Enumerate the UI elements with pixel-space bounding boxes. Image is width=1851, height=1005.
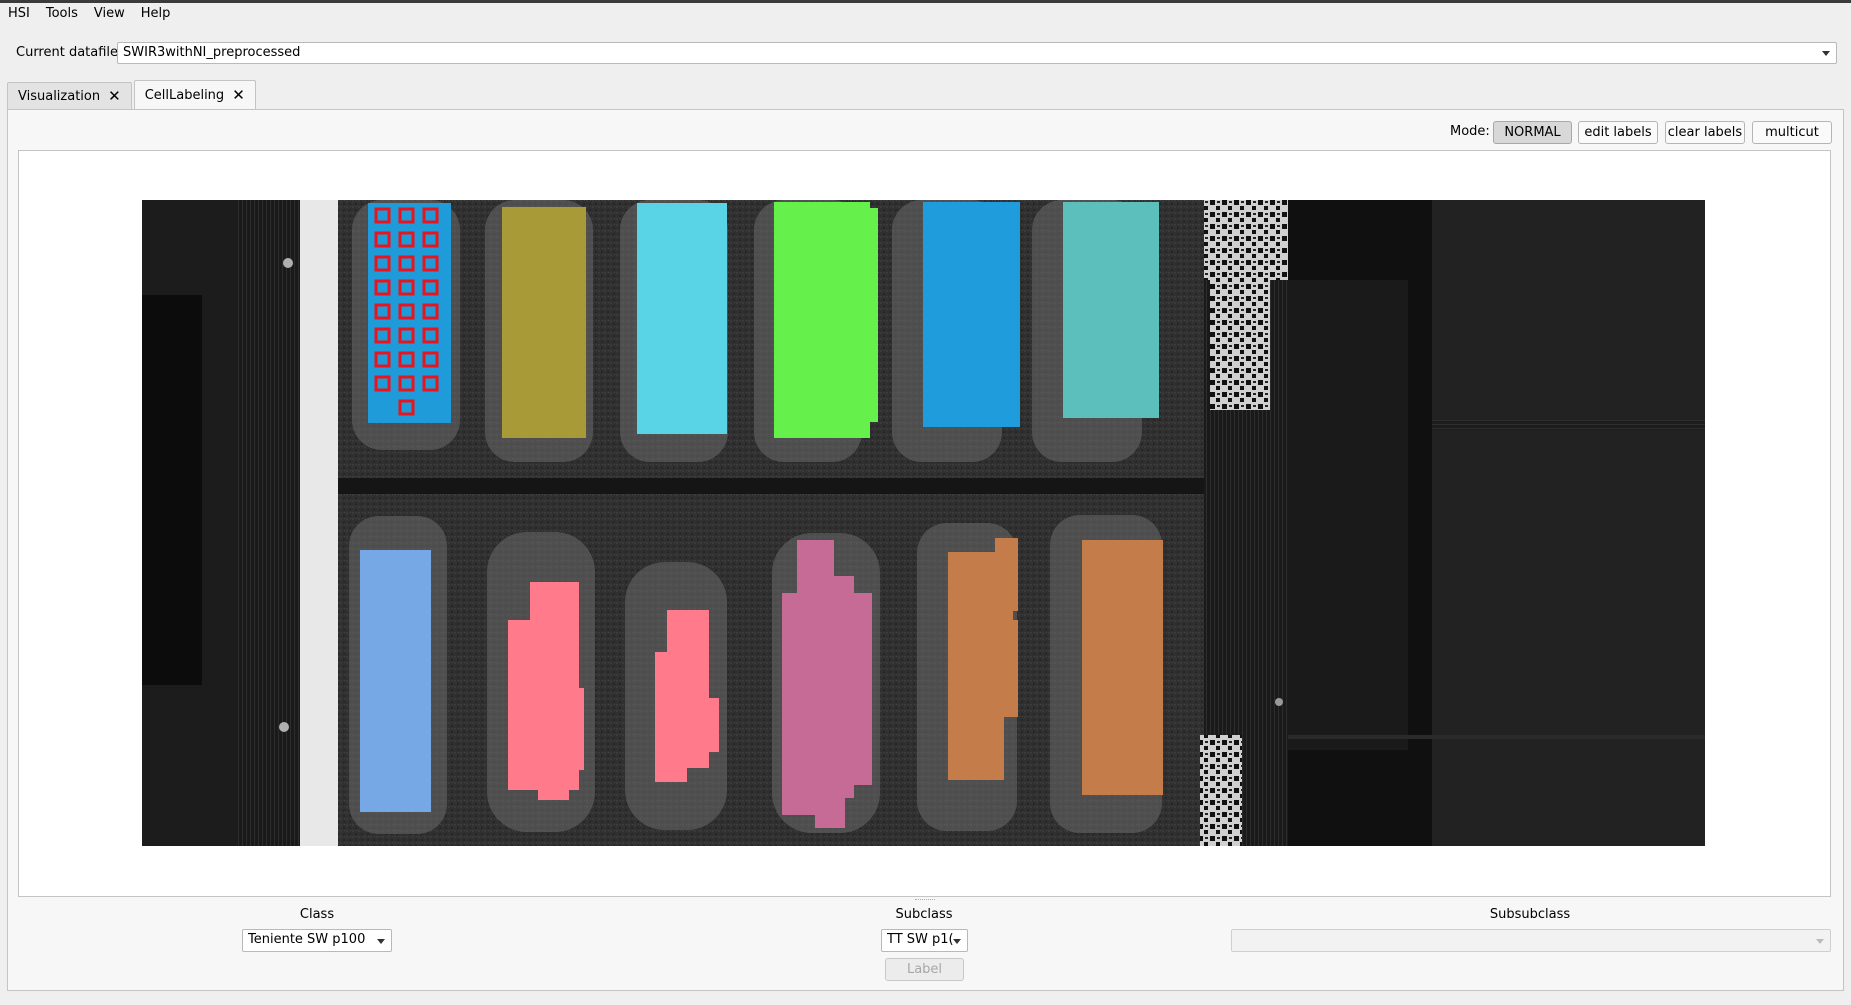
splitter-handle[interactable] [915,899,935,903]
qr-code-top [1204,200,1292,280]
subclass-select[interactable]: TT SW p1( [881,929,968,952]
close-icon[interactable]: ✕ [232,87,245,103]
tray-divider [338,478,1204,494]
chevron-down-icon [1822,51,1830,56]
menu-help[interactable]: Help [133,3,179,24]
right-gradient-panel [1432,200,1705,846]
menu-tools[interactable]: Tools [38,3,86,24]
tab-celllabeling[interactable]: CellLabeling ✕ [133,80,256,109]
datafile-select[interactable]: SWIR3withNI_preprocessed [117,42,1837,64]
right-edge-line [1288,735,1705,739]
label-region-cyan[interactable] [637,203,727,434]
datafile-value: SWIR3withNI_preprocessed [123,45,301,60]
label-region-light-blue[interactable] [360,550,431,812]
label-region-green[interactable] [774,202,878,438]
mode-label: Mode: [1450,124,1490,139]
subsubclass-label: Subsubclass [1489,907,1571,922]
label-region-orange-2[interactable] [1082,540,1163,795]
hyperspectral-image-view[interactable] [19,151,1830,896]
hsi-image[interactable] [142,200,1705,846]
chevron-down-icon [377,938,385,944]
clear-labels-button[interactable]: clear labels [1665,121,1745,144]
label-region-teal[interactable] [1063,202,1159,418]
datafile-label: Current datafile [16,45,119,60]
tab-bar: Visualization ✕ CellLabeling ✕ [7,80,258,110]
screw [279,722,289,732]
menu-hsi[interactable]: HSI [0,3,38,24]
menu-bar: HSI Tools View Help [0,3,1851,24]
label-region-olive[interactable] [502,207,586,438]
edit-labels-button[interactable]: edit labels [1578,121,1658,144]
datafile-row: Current datafile SWIR3withNI_preprocesse… [0,42,1851,64]
screw [283,258,293,268]
tab-visualization[interactable]: Visualization ✕ [7,82,132,109]
right-dark-panel [1288,280,1408,750]
subclass-label: Subclass [895,907,953,922]
left-rail [237,200,300,846]
subsubclass-select[interactable] [1231,929,1831,952]
chevron-down-icon [953,938,961,944]
normal-mode-button[interactable]: NORMAL [1493,121,1572,144]
qr-code-bottom [1200,735,1242,846]
chevron-down-icon [1816,938,1824,944]
white-bar [300,200,338,846]
label-button[interactable]: Label [885,958,964,981]
close-icon[interactable]: ✕ [108,88,121,104]
tab-visualization-label: Visualization [18,88,101,104]
qr-code-middle [1210,280,1270,410]
class-value: Teniente SW p100 [248,932,366,947]
menu-view[interactable]: View [86,3,133,24]
tab-celllabeling-label: CellLabeling [144,87,225,103]
multicut-button[interactable]: multicut [1752,121,1832,144]
class-select[interactable]: Teniente SW p100 [242,929,392,952]
screw [1275,698,1283,706]
subclass-value: TT SW p1( [887,932,954,947]
left-dark-panel [142,295,202,685]
image-canvas[interactable] [18,150,1831,897]
class-label: Class [299,907,335,922]
right-stripe [1432,420,1705,430]
label-region-blue[interactable] [923,202,1020,427]
